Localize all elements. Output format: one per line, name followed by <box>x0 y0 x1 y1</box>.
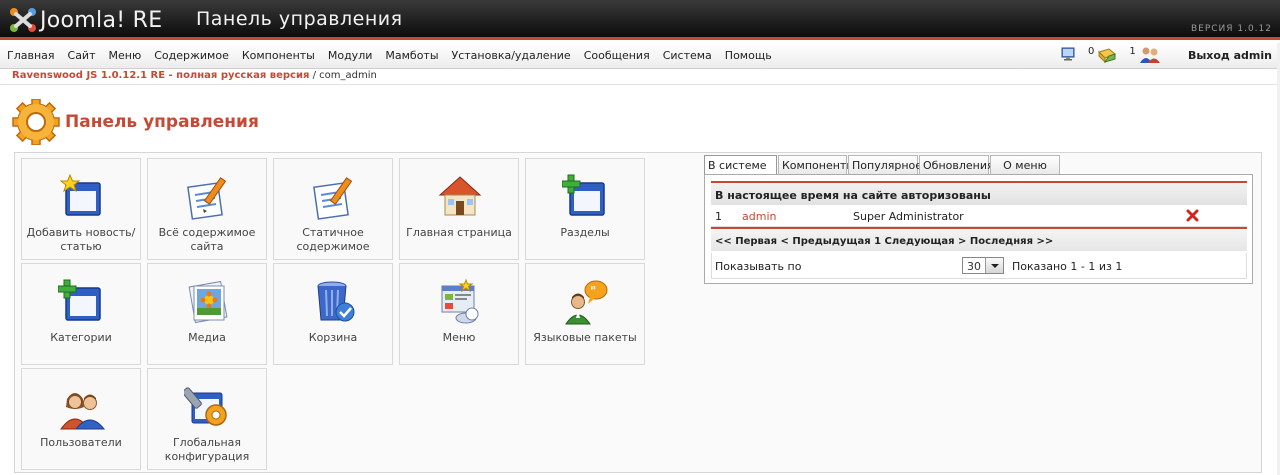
all-content-icon <box>187 177 227 220</box>
main-menu: Главная Сайт Меню Содержимое Компоненты … <box>7 49 785 62</box>
menu-item-modules[interactable]: Модули <box>328 49 373 62</box>
add-article-icon <box>59 173 101 216</box>
language-icon: " <box>565 280 608 325</box>
tile-all-content[interactable]: Всё содержимое сайта <box>147 158 267 260</box>
table-row: 1 admin Super Administrator <box>711 205 1247 227</box>
tile-label: Медиа <box>188 331 226 344</box>
menu-manager-icon <box>441 278 479 324</box>
tile-home-page[interactable]: Главная страница <box>399 158 519 260</box>
joomla-logo: Joomla! RE <box>8 5 162 35</box>
header-title: Панель управления <box>196 8 403 30</box>
tile-label: Разделы <box>560 226 610 239</box>
tile-label: Корзина <box>308 331 358 344</box>
tile-label: Добавить новость/статью <box>26 226 136 253</box>
home-icon <box>438 176 482 216</box>
info-tabs: В системе Компоненты Популярное Обновлен… <box>704 155 1061 176</box>
pagination[interactable]: << Первая < Предыдущая 1 Следующая > Пос… <box>711 227 1247 251</box>
tile-language[interactable]: " Языковые пакеты <box>525 263 645 365</box>
joomla-logo-icon <box>10 8 36 32</box>
header-divider <box>0 84 1280 85</box>
show-per-page-label: Показывать по <box>715 260 802 273</box>
row-user-role: Super Administrator <box>853 210 964 223</box>
pagination-footer: Показывать по 30 Показано 1 - 1 из 1 <box>711 253 1247 279</box>
header-bar: Joomla! RE Панель управления ВЕРСИЯ 1.0.… <box>0 0 1280 40</box>
tile-label: Языковые пакеты <box>533 331 637 344</box>
tile-label: Главная страница <box>406 226 512 239</box>
tile-sections[interactable]: Разделы <box>525 158 645 260</box>
messages-icon[interactable] <box>1097 46 1117 64</box>
tile-trash[interactable]: Корзина <box>273 263 393 365</box>
menu-item-components[interactable]: Компоненты <box>242 49 315 62</box>
tile-label: Меню <box>442 331 476 344</box>
tile-label: Пользователи <box>40 436 122 449</box>
breadcrumb-site-link[interactable]: Ravenswood JS 1.0.12.1 RE - полная русск… <box>12 70 309 81</box>
categories-icon <box>58 279 101 321</box>
chevron-down-icon[interactable] <box>985 258 1003 273</box>
users-online-icon[interactable] <box>1139 46 1161 64</box>
per-page-value: 30 <box>967 260 981 273</box>
main-menubar: Главная Сайт Меню Содержимое Компоненты … <box>0 43 1280 69</box>
page-heading: Панель управления <box>12 99 259 145</box>
row-user-link[interactable]: admin <box>742 210 776 223</box>
tab-updates[interactable]: Обновления <box>919 155 994 175</box>
tile-static-content[interactable]: Статичное содержимое <box>273 158 393 260</box>
cpanel-gear-icon <box>12 99 60 145</box>
page-title: Панель управления <box>65 112 259 132</box>
config-icon <box>184 387 227 426</box>
breadcrumb-current: com_admin <box>319 70 377 81</box>
tile-label: Категории <box>50 331 112 344</box>
menu-item-content[interactable]: Содержимое <box>154 49 229 62</box>
breadcrumb: Ravenswood JS 1.0.12.1 RE - полная русск… <box>12 70 377 81</box>
tab-logged-in[interactable]: В системе <box>704 155 777 176</box>
trash-icon <box>317 281 355 322</box>
menu-item-site[interactable]: Сайт <box>68 49 96 62</box>
logo-text: Joomla! RE <box>40 7 163 33</box>
tile-global-config[interactable]: Глобальная конфигурация <box>147 368 267 470</box>
tile-categories[interactable]: Категории <box>21 263 141 365</box>
logged-in-panel: В настоящее время на сайте авторизованы … <box>704 174 1253 284</box>
tab-popular[interactable]: Популярное <box>848 155 922 175</box>
tab-components[interactable]: Компоненты <box>778 155 855 175</box>
menu-item-menu[interactable]: Меню <box>109 49 142 62</box>
tile-label: Глобальная конфигурация <box>164 436 250 463</box>
row-number: 1 <box>715 210 722 223</box>
tile-label: Статичное содержимое <box>296 226 370 253</box>
preview-monitor-icon[interactable] <box>1060 46 1076 62</box>
status-area: 0 1 <box>1060 46 1161 66</box>
tab-about-menu[interactable]: О меню <box>990 155 1060 175</box>
menu-item-home[interactable]: Главная <box>7 49 55 62</box>
menu-item-system[interactable]: Система <box>663 49 712 62</box>
svg-text:": " <box>590 284 596 298</box>
media-icon <box>188 280 228 324</box>
per-page-select[interactable]: 30 <box>962 257 1004 274</box>
menu-item-messages[interactable]: Сообщения <box>584 49 650 62</box>
logout-user-icon[interactable] <box>1186 209 1199 222</box>
static-content-icon <box>313 177 353 220</box>
menu-item-help[interactable]: Помощь <box>725 49 772 62</box>
tile-media[interactable]: Медиа <box>147 263 267 365</box>
menu-item-mambots[interactable]: Мамботы <box>385 49 438 62</box>
users-online-count: 1 <box>1129 46 1136 57</box>
menu-item-installers[interactable]: Установка/удаление <box>452 49 571 62</box>
sections-icon <box>562 174 605 216</box>
shown-count: Показано 1 - 1 из 1 <box>1012 260 1123 273</box>
breadcrumb-separator: / <box>309 70 320 81</box>
tile-add-article[interactable]: Добавить новость/статью <box>21 158 141 260</box>
users-icon <box>60 393 106 430</box>
logout-link[interactable]: Выход admin <box>1188 49 1272 62</box>
logged-in-heading: В настоящее время на сайте авторизованы <box>711 181 1247 205</box>
tile-users[interactable]: Пользователи <box>21 368 141 470</box>
tile-menu-manager[interactable]: Меню <box>399 263 519 365</box>
tile-label: Всё содержимое сайта <box>158 226 256 253</box>
messages-count: 0 <box>1088 46 1095 57</box>
version-label: ВЕРСИЯ 1.0.12 <box>1190 24 1272 34</box>
